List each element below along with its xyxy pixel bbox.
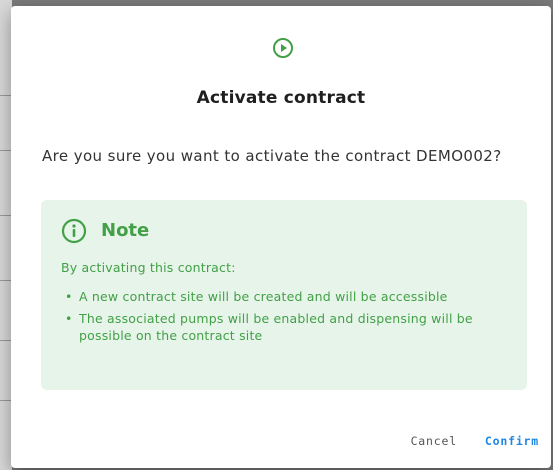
- dialog-actions: Cancel Confirm: [411, 434, 539, 448]
- note-box: Note By activating this contract: A new …: [41, 200, 527, 390]
- note-title: Note: [101, 220, 150, 241]
- dialog-title: Activate contract: [196, 88, 366, 108]
- cancel-button[interactable]: Cancel: [411, 434, 457, 448]
- note-intro: By activating this contract:: [61, 260, 236, 275]
- note-list-item: The associated pumps will be enabled and…: [61, 310, 501, 344]
- note-list-item: A new contract site will be created and …: [61, 288, 501, 305]
- note-list: A new contract site will be created and …: [61, 288, 501, 349]
- info-circle-icon: [61, 218, 87, 244]
- confirm-button[interactable]: Confirm: [485, 434, 539, 448]
- dialog-message: Are you sure you want to activate the co…: [42, 147, 502, 165]
- play-circle-icon: [273, 38, 293, 58]
- activate-contract-dialog: Activate contract Are you sure you want …: [11, 6, 551, 468]
